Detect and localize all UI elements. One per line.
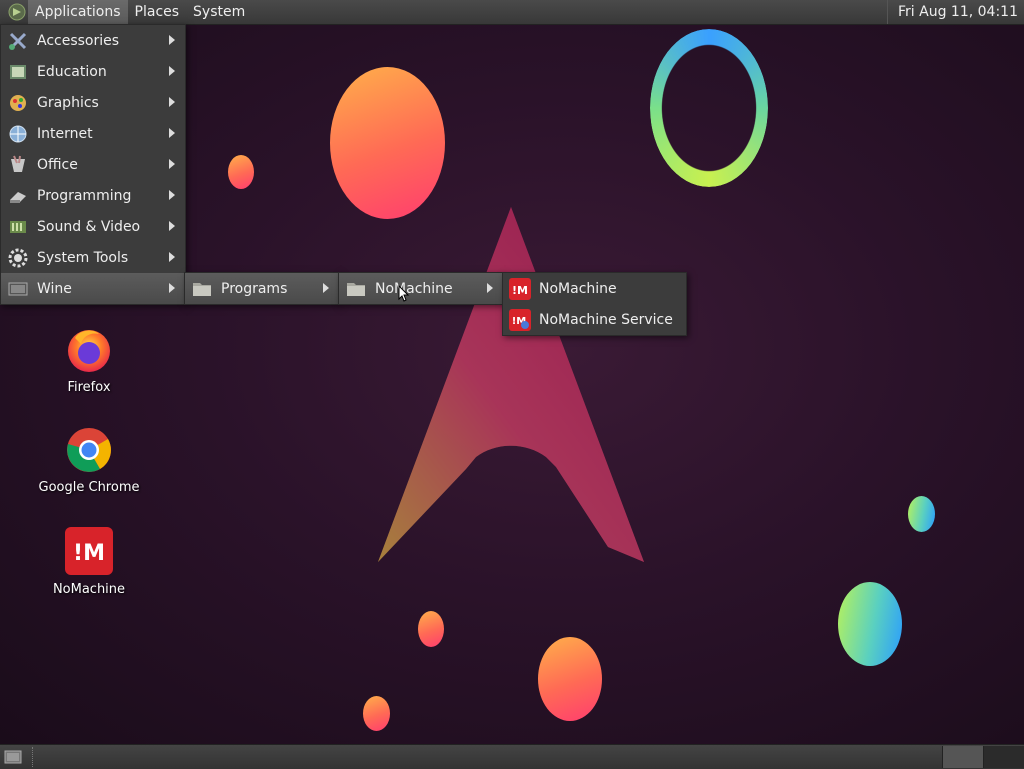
menu-item-sound-video[interactable]: Sound & Video xyxy=(1,211,185,242)
menu-item-wine[interactable]: Wine xyxy=(1,273,185,304)
nomachine-submenu: !M NoMachine !M NoMachine Service xyxy=(502,272,687,336)
wine-icon xyxy=(7,278,29,300)
menu-item-label: Graphics xyxy=(37,94,99,111)
wallpaper-orb xyxy=(418,611,444,647)
nomachine-icon: !M xyxy=(65,527,113,575)
wallpaper-orb xyxy=(330,67,445,219)
clock[interactable]: Fri Aug 11, 04:11 xyxy=(887,0,1024,24)
submenu-arrow-icon xyxy=(169,97,175,107)
menu-item-label: Sound & Video xyxy=(37,218,141,235)
mouse-cursor-icon xyxy=(398,285,410,302)
menu-item-label: NoMachine xyxy=(539,280,617,297)
menu-item-accessories[interactable]: Accessories xyxy=(1,25,185,56)
nomachine-service-icon: !M xyxy=(509,308,531,331)
programs-submenu: NoMachine xyxy=(338,272,504,305)
places-menu[interactable]: Places xyxy=(128,0,187,24)
menu-item-programs[interactable]: Programs xyxy=(185,273,339,304)
submenu-arrow-icon xyxy=(169,159,175,169)
system-tools-icon xyxy=(7,247,29,269)
arch-logo xyxy=(378,207,644,562)
wallpaper-orb xyxy=(538,637,602,721)
menu-item-label: Wine xyxy=(37,280,72,297)
system-menu[interactable]: System xyxy=(186,0,252,24)
wallpaper-orb xyxy=(228,155,254,189)
submenu-arrow-icon xyxy=(169,128,175,138)
workspace-1[interactable] xyxy=(942,746,983,768)
firefox-icon xyxy=(68,330,110,372)
menu-item-label: Office xyxy=(37,156,78,173)
submenu-arrow-icon xyxy=(169,221,175,231)
submenu-arrow-icon xyxy=(169,252,175,262)
menu-item-label: Programs xyxy=(221,280,288,297)
submenu-arrow-icon xyxy=(169,35,175,45)
show-desktop-icon[interactable] xyxy=(2,746,24,768)
workspace-2[interactable] xyxy=(983,746,1024,768)
wallpaper-orb xyxy=(363,696,390,731)
submenu-arrow-icon xyxy=(487,283,493,293)
sound-video-icon xyxy=(7,216,29,238)
nomachine-icon: !M xyxy=(509,277,531,300)
workspace-switcher xyxy=(942,746,1024,768)
internet-icon xyxy=(7,123,29,145)
wallpaper-ring xyxy=(650,29,768,187)
desktop-icon-label: Google Chrome xyxy=(38,480,140,495)
submenu-arrow-icon xyxy=(169,190,175,200)
desktop-icon-firefox[interactable]: Firefox xyxy=(34,326,144,395)
office-icon xyxy=(7,154,29,176)
menu-item-nomachine-folder[interactable]: NoMachine xyxy=(339,273,503,304)
applications-menu[interactable]: Applications xyxy=(28,0,128,24)
top-panel: Applications Places System Fri Aug 11, 0… xyxy=(0,0,1024,25)
bottom-panel xyxy=(0,744,1024,769)
panel-separator xyxy=(32,747,37,767)
desktop-icon-label: Firefox xyxy=(67,380,111,395)
wallpaper-orb xyxy=(908,496,935,532)
svg-text:!M: !M xyxy=(73,541,105,566)
menu-item-label: NoMachine Service xyxy=(539,311,673,328)
desktop-icon-google-chrome[interactable]: Google Chrome xyxy=(34,426,144,495)
menu-item-nomachine-service[interactable]: !M NoMachine Service xyxy=(503,304,686,335)
menu-item-system-tools[interactable]: System Tools xyxy=(1,242,185,273)
graphics-icon xyxy=(7,92,29,114)
chrome-icon xyxy=(67,428,111,472)
svg-text:!M: !M xyxy=(512,284,528,297)
education-icon xyxy=(7,61,29,83)
programming-icon xyxy=(7,185,29,207)
folder-icon xyxy=(345,278,367,300)
menu-item-label: NoMachine xyxy=(375,280,453,297)
menu-item-internet[interactable]: Internet xyxy=(1,118,185,149)
wine-submenu: Programs xyxy=(184,272,340,305)
applications-dropdown: Accessories Education Graphics Internet … xyxy=(0,24,186,305)
menu-item-education[interactable]: Education xyxy=(1,56,185,87)
menu-item-nomachine[interactable]: !M NoMachine xyxy=(503,273,686,304)
menu-item-label: Education xyxy=(37,63,107,80)
submenu-arrow-icon xyxy=(169,283,175,293)
folder-icon xyxy=(191,278,213,300)
menu-item-label: Accessories xyxy=(37,32,120,49)
menu-item-label: Programming xyxy=(37,187,132,204)
menu-item-label: System Tools xyxy=(37,249,129,266)
menu-item-graphics[interactable]: Graphics xyxy=(1,87,185,118)
menu-item-office[interactable]: Office xyxy=(1,149,185,180)
menu-item-programming[interactable]: Programming xyxy=(1,180,185,211)
desktop-icon-label: NoMachine xyxy=(52,582,126,597)
wallpaper-orb xyxy=(838,582,902,666)
accessories-icon xyxy=(7,30,29,52)
submenu-arrow-icon xyxy=(169,66,175,76)
applications-menu-icon[interactable] xyxy=(6,1,28,23)
submenu-arrow-icon xyxy=(323,283,329,293)
menu-item-label: Internet xyxy=(37,125,93,142)
desktop-icon-nomachine[interactable]: !M NoMachine xyxy=(34,526,144,597)
